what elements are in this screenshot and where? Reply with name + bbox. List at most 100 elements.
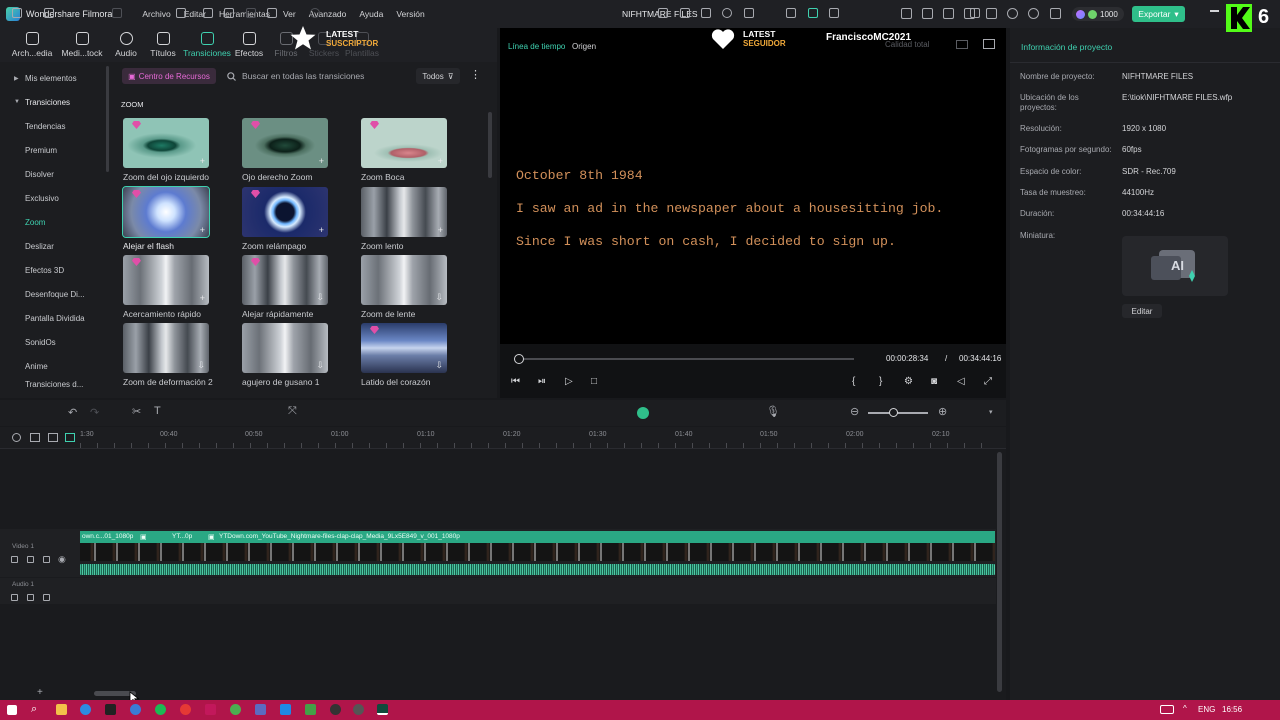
menu-archivo[interactable]: Archivo	[142, 9, 170, 19]
download-icon[interactable]: ⇩	[435, 292, 443, 303]
obs-icon[interactable]	[353, 704, 364, 715]
app-icon[interactable]	[205, 704, 216, 715]
layout-icon[interactable]	[956, 40, 968, 49]
transition-card[interactable]: + Zoom del ojo izquierdo	[123, 118, 209, 182]
sidebar-item-premium[interactable]: Premium	[25, 146, 57, 155]
menu-ayuda[interactable]: Ayuda	[359, 9, 383, 19]
edit-thumbnail-button[interactable]: Editar	[1122, 304, 1162, 318]
play-icon[interactable]: ▷	[565, 377, 575, 387]
mask-icon[interactable]	[246, 8, 256, 18]
search-icon[interactable]: ⌕	[31, 703, 37, 716]
filmora-taskbar-icon[interactable]	[377, 704, 388, 715]
download-icon[interactable]: ⇩	[316, 360, 324, 371]
more-options-icon[interactable]: ⋮	[470, 68, 481, 81]
add-icon[interactable]: +	[319, 225, 324, 235]
split-icon[interactable]: ⤧	[288, 405, 297, 418]
sidebar-section-transitions[interactable]: Transiciones	[25, 98, 70, 107]
snapshot-icon[interactable]: ◙	[931, 377, 941, 387]
transition-card-selected[interactable]: + Alejar el flash	[122, 186, 210, 251]
tab-timeline-preview[interactable]: Línea de tiempo	[508, 42, 565, 51]
tab-import-media[interactable]: Arch...edia	[12, 30, 52, 60]
clock[interactable]: 16:56	[1222, 705, 1242, 714]
sidebar-item-desenfoque[interactable]: Desenfoque Di...	[25, 290, 85, 299]
timeline-zoom-slider[interactable]	[868, 412, 928, 414]
add-icon[interactable]: +	[438, 156, 443, 166]
add-icon[interactable]: +	[200, 225, 205, 235]
snap-icon[interactable]	[808, 8, 818, 18]
sidebar-item-anime[interactable]: Anime	[25, 362, 48, 371]
menu-version[interactable]: Versión	[396, 9, 424, 19]
layout-grid-icon[interactable]	[12, 8, 22, 18]
color-icon[interactable]	[310, 8, 320, 18]
transition-card[interactable]: ⇩ agujero de gusano 1	[242, 323, 328, 387]
youtube-icon[interactable]	[180, 704, 191, 715]
add-icon[interactable]: +	[319, 156, 324, 166]
zoom-out-icon[interactable]: ⊖	[850, 405, 859, 418]
screen-record-icon[interactable]	[943, 8, 954, 19]
transition-card[interactable]: + Ojo derecho Zoom	[242, 118, 328, 182]
lock-icon[interactable]	[11, 556, 18, 563]
transition-card[interactable]: ⇩ Zoom de lente	[361, 255, 447, 319]
download-icon[interactable]: ⇩	[316, 292, 324, 303]
shield-app-icon[interactable]	[255, 704, 266, 715]
sidebar-item-efectos-3d[interactable]: Efectos 3D	[25, 266, 64, 275]
lock-icon[interactable]	[11, 594, 18, 601]
tab-transitions[interactable]: Transiciones	[183, 30, 231, 60]
sidebar-my-items[interactable]: Mis elementos	[25, 74, 77, 83]
picture-in-picture-icon[interactable]	[829, 8, 839, 18]
grid-icon[interactable]	[1050, 8, 1061, 19]
zoom-in-icon[interactable]: ⊕	[938, 405, 947, 418]
tab-titles[interactable]: Títulos	[148, 30, 178, 60]
chevron-down-icon[interactable]: ▾	[989, 408, 993, 416]
browser-scrollbar[interactable]	[488, 112, 492, 178]
export-clip-icon[interactable]	[680, 8, 690, 18]
save-icon[interactable]	[986, 8, 997, 19]
terminal-icon[interactable]	[105, 704, 116, 715]
app-icon[interactable]	[130, 704, 141, 715]
keyframe-icon[interactable]	[658, 8, 668, 18]
render-preview-icon[interactable]: ⚙	[904, 377, 914, 387]
minecraft-icon[interactable]	[305, 704, 316, 715]
transition-card[interactable]: + Acercamiento rápido	[123, 255, 209, 319]
audio-track-lane[interactable]	[0, 578, 996, 604]
ai-copilot-icon[interactable]	[637, 407, 649, 419]
auto-reframe-icon[interactable]	[722, 8, 732, 18]
filter-dropdown[interactable]: Todos ⊽	[416, 68, 460, 84]
add-icon[interactable]: +	[200, 293, 205, 303]
audio-mixer-icon[interactable]	[786, 8, 796, 18]
download-icon[interactable]: ⇩	[435, 360, 443, 371]
sidebar-item-deslizar[interactable]: Deslizar	[25, 242, 54, 251]
keyboard-icon[interactable]	[1160, 705, 1174, 714]
undo-icon[interactable]: ↶	[68, 406, 77, 419]
crop-icon[interactable]	[176, 8, 186, 18]
sidebar-item-tendencias[interactable]: Tendencias	[25, 122, 65, 131]
image-tool-icon[interactable]	[701, 8, 711, 18]
redo-icon[interactable]: ↷	[90, 406, 99, 419]
file-explorer-icon[interactable]	[56, 704, 67, 715]
volume-icon[interactable]: ◁	[957, 377, 967, 387]
transition-card[interactable]: ⇩ Alejar rápidamente	[242, 255, 328, 319]
mute-icon[interactable]	[43, 594, 50, 601]
audio-waveform[interactable]	[80, 564, 995, 575]
chrome-icon[interactable]	[230, 704, 241, 715]
sidebar-item-disolver[interactable]: Disolver	[25, 170, 54, 179]
zoom-slider-knob[interactable]	[889, 408, 898, 417]
transition-card[interactable]: + Zoom relámpago	[242, 187, 328, 251]
track-manager-icon[interactable]	[65, 433, 75, 442]
video-clip-frames[interactable]	[80, 543, 995, 561]
add-track-icon[interactable]	[48, 433, 58, 442]
fullscreen-icon[interactable]: ⤢	[984, 377, 994, 387]
send-icon[interactable]	[922, 8, 933, 19]
ai-tool-icon[interactable]	[224, 8, 234, 18]
shield-icon[interactable]	[744, 8, 754, 18]
headset-icon[interactable]	[1028, 8, 1039, 19]
eye-icon[interactable]: ◉	[58, 554, 66, 565]
step-back-icon[interactable]: ⏮	[511, 377, 521, 387]
image-icon[interactable]	[983, 39, 995, 49]
export-button[interactable]: Exportar ▾	[1132, 6, 1185, 22]
tab-audio[interactable]: Audio	[112, 30, 140, 60]
mark-out-icon[interactable]: }	[879, 377, 889, 387]
track-layout-icon[interactable]	[970, 8, 980, 18]
mark-in-icon[interactable]: {	[852, 377, 862, 387]
sidebar-item-zoom[interactable]: Zoom	[25, 218, 45, 227]
